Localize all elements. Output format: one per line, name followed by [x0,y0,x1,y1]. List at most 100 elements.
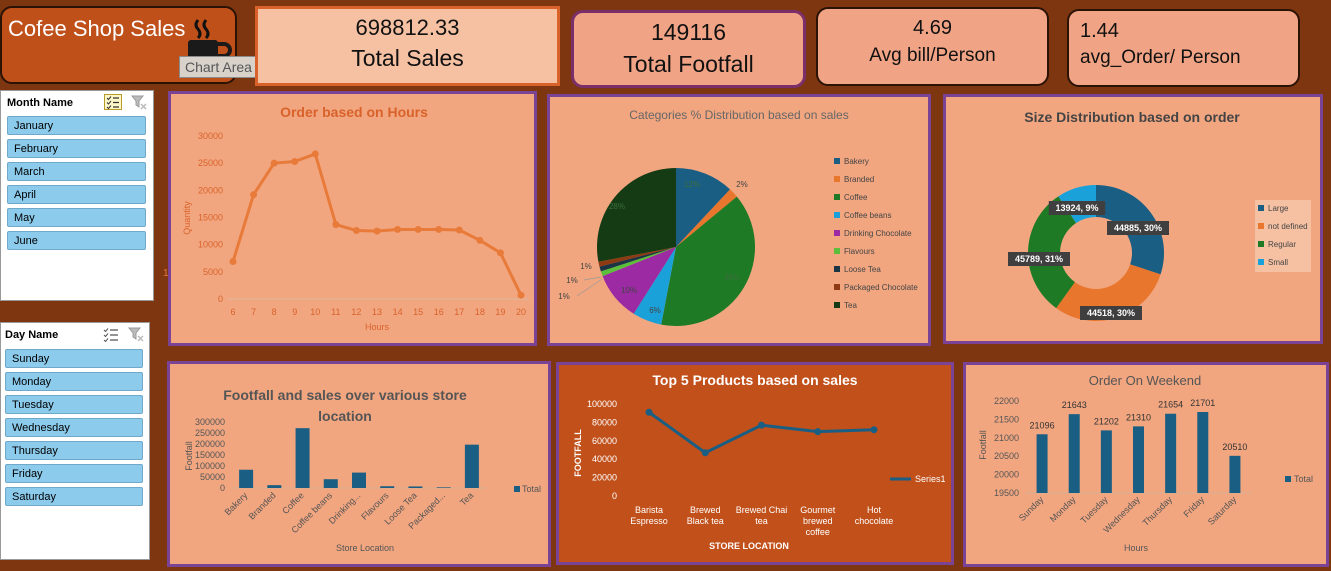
slicer-item-saturday[interactable]: Saturday [5,487,143,506]
kpi-avg-bill: 4.69 Avg bill/Person [816,7,1049,86]
legend-swatch [1285,476,1291,482]
legend-swatch [834,248,840,254]
data-label: 21654 [1158,400,1183,410]
x-tick-label: Gourmet [800,505,836,515]
slicer-item-january[interactable]: January [7,116,146,135]
data-point [455,226,463,234]
bar [352,472,366,488]
data-label: 13924, 9% [1055,203,1098,213]
kpi-avg-order-label: avg_Order/ Person [1080,47,1241,68]
slicer-item-friday[interactable]: Friday [5,464,143,483]
y-tick-label: 21000 [994,433,1019,443]
clear-filter-icon[interactable] [131,95,147,110]
x-tick-label: Branded [247,490,278,521]
kpi-total-sales-label: Total Sales [351,45,464,71]
kpi-avg-order: 1.44 avg_Order/ Person [1067,9,1300,87]
data-point [870,426,878,434]
legend-label: Packaged Chocolate [844,283,918,292]
kpi-total-footfall-label: Total Footfall [623,51,754,77]
size-chart-panel[interactable]: Size Distribution based on order 44885, 3… [943,94,1323,344]
x-tick-label: Sunday [1017,494,1046,523]
kpi-avg-bill-value: 4.69 [913,17,952,39]
data-label: 45789, 31% [1015,254,1063,264]
data-label: 39% [724,273,740,282]
data-point [758,421,765,429]
data-point [291,158,299,166]
x-tick-label: Brewed Chai [736,505,788,515]
legend-label: Loose Tea [844,265,881,274]
products-chart-panel[interactable]: Top 5 Products based on sales 0 20000 40000… [556,362,954,565]
y-tick-label: 20000 [994,470,1019,480]
legend-swatch [1258,223,1264,229]
slicer-item-april[interactable]: April [7,185,146,204]
hours-chart-panel[interactable]: Order based on Hours 0 5000 10000 15000 20000… [168,91,537,346]
slicer-item-wednesday[interactable]: Wednesday [5,418,143,437]
y-axis-title: Footfall [184,441,194,471]
kpi-avg-bill-label: Avg bill/Person [869,45,996,66]
legend-swatch [1258,205,1264,211]
slicer-item-thursday[interactable]: Thursday [5,441,143,460]
bar [323,479,338,488]
legend-label: Coffee [844,193,868,202]
dashboard-title: Cofee Shop Sales [8,16,186,41]
y-tick-label: 19500 [994,488,1019,498]
x-tick-label: 10 [310,307,320,317]
legend-swatch [834,302,840,308]
y-tick-label: 80000 [592,417,617,427]
multi-select-icon[interactable] [104,94,122,110]
data-label: 1% [566,276,578,285]
bar [436,487,451,488]
x-tick-label: 11 [331,307,340,317]
slicer-item-tuesday[interactable]: Tuesday [5,395,143,414]
data-point [270,159,278,167]
x-tick-label: 18 [475,307,485,317]
multi-select-icon[interactable] [102,327,120,342]
data-label: 10% [621,286,637,295]
x-tick-label: brewed [803,516,833,526]
legend-label: not defined [1268,222,1308,231]
location-chart-panel[interactable]: Footfall and sales over various store loc… [167,361,551,567]
categories-chart-panel[interactable]: Categories % Distribution based on sales… [547,94,931,346]
x-tick-label: Thursday [1140,494,1174,528]
data-label: 1% [580,262,592,271]
x-tick-label: Saturday [1206,494,1239,527]
slicer-item-may[interactable]: May [7,208,146,227]
month-slicer: Month Name January February March April … [0,90,154,301]
x-tick-label: Monday [1048,494,1078,524]
kpi-total-sales-value: 698812.33 [355,15,460,40]
x-tick-label: 19 [495,307,505,317]
y-tick-label: 300000 [195,417,225,427]
x-tick-label: chocolate [855,516,894,526]
slicer-item-march[interactable]: March [7,162,146,181]
clear-filter-icon[interactable] [128,327,144,342]
data-label: 21096 [1030,420,1055,430]
x-axis-title: Hours [365,322,390,332]
y-tick-label: 60000 [592,436,617,446]
leader-line [576,278,603,297]
data-label: 2% [736,180,748,189]
legend-label: Bakery [844,157,869,166]
x-tick-label: Barista [635,505,663,515]
y-tick-label: 200000 [195,439,225,449]
bar [267,485,282,488]
x-tick-label: Brewed [690,505,721,515]
y-tick-label: 20000 [198,185,223,195]
kpi-avg-order-value: 1.44 [1080,20,1119,42]
x-tick-label: 9 [292,307,297,317]
slicer-item-june[interactable]: June [7,231,146,250]
slicer-item-february[interactable]: February [7,139,146,158]
weekend-chart-panel[interactable]: Order On Weekend 19500 20000 20500 21000 2150… [963,362,1329,567]
y-axis-title: Footfall [978,430,988,460]
x-tick-label: tea [755,516,768,526]
data-label: 1% [558,292,570,301]
legend-swatch [834,158,840,164]
bar [408,486,423,488]
x-tick-label: Tea [458,490,475,507]
slicer-item-monday[interactable]: Monday [5,372,143,391]
data-label: 21310 [1126,412,1151,422]
data-point [373,227,381,235]
x-tick-label: 15 [413,307,423,317]
slicer-item-sunday[interactable]: Sunday [5,349,143,368]
chart-title: Categories % Distribution based on sales [629,108,848,122]
x-tick-label: Tuesday [1079,494,1111,526]
